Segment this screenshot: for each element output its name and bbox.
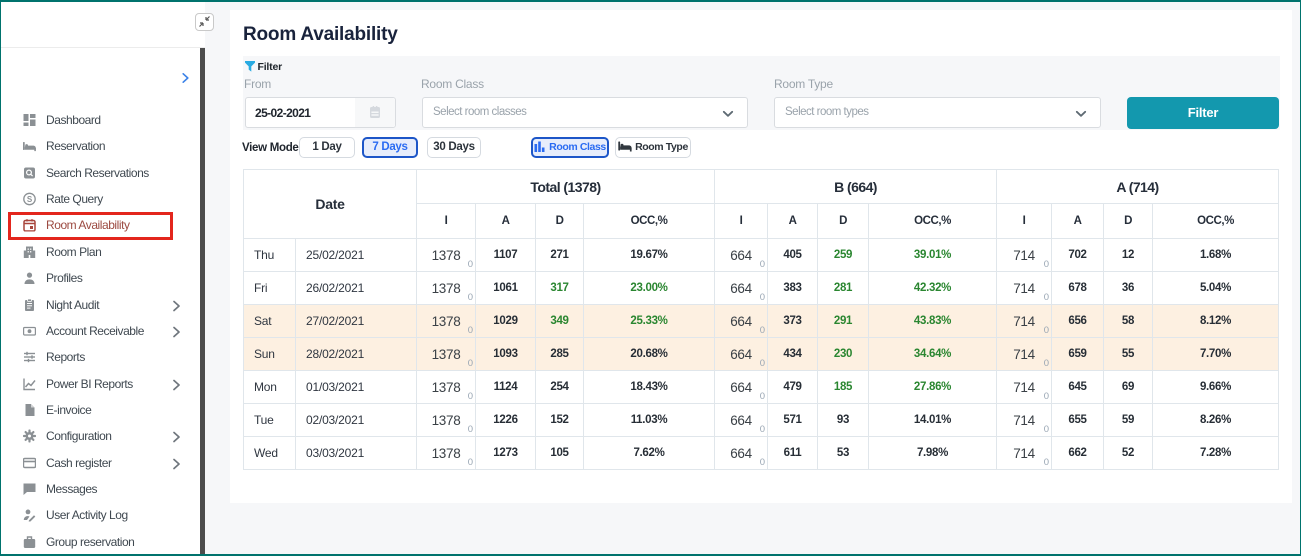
svg-text:S: S bbox=[26, 195, 32, 204]
